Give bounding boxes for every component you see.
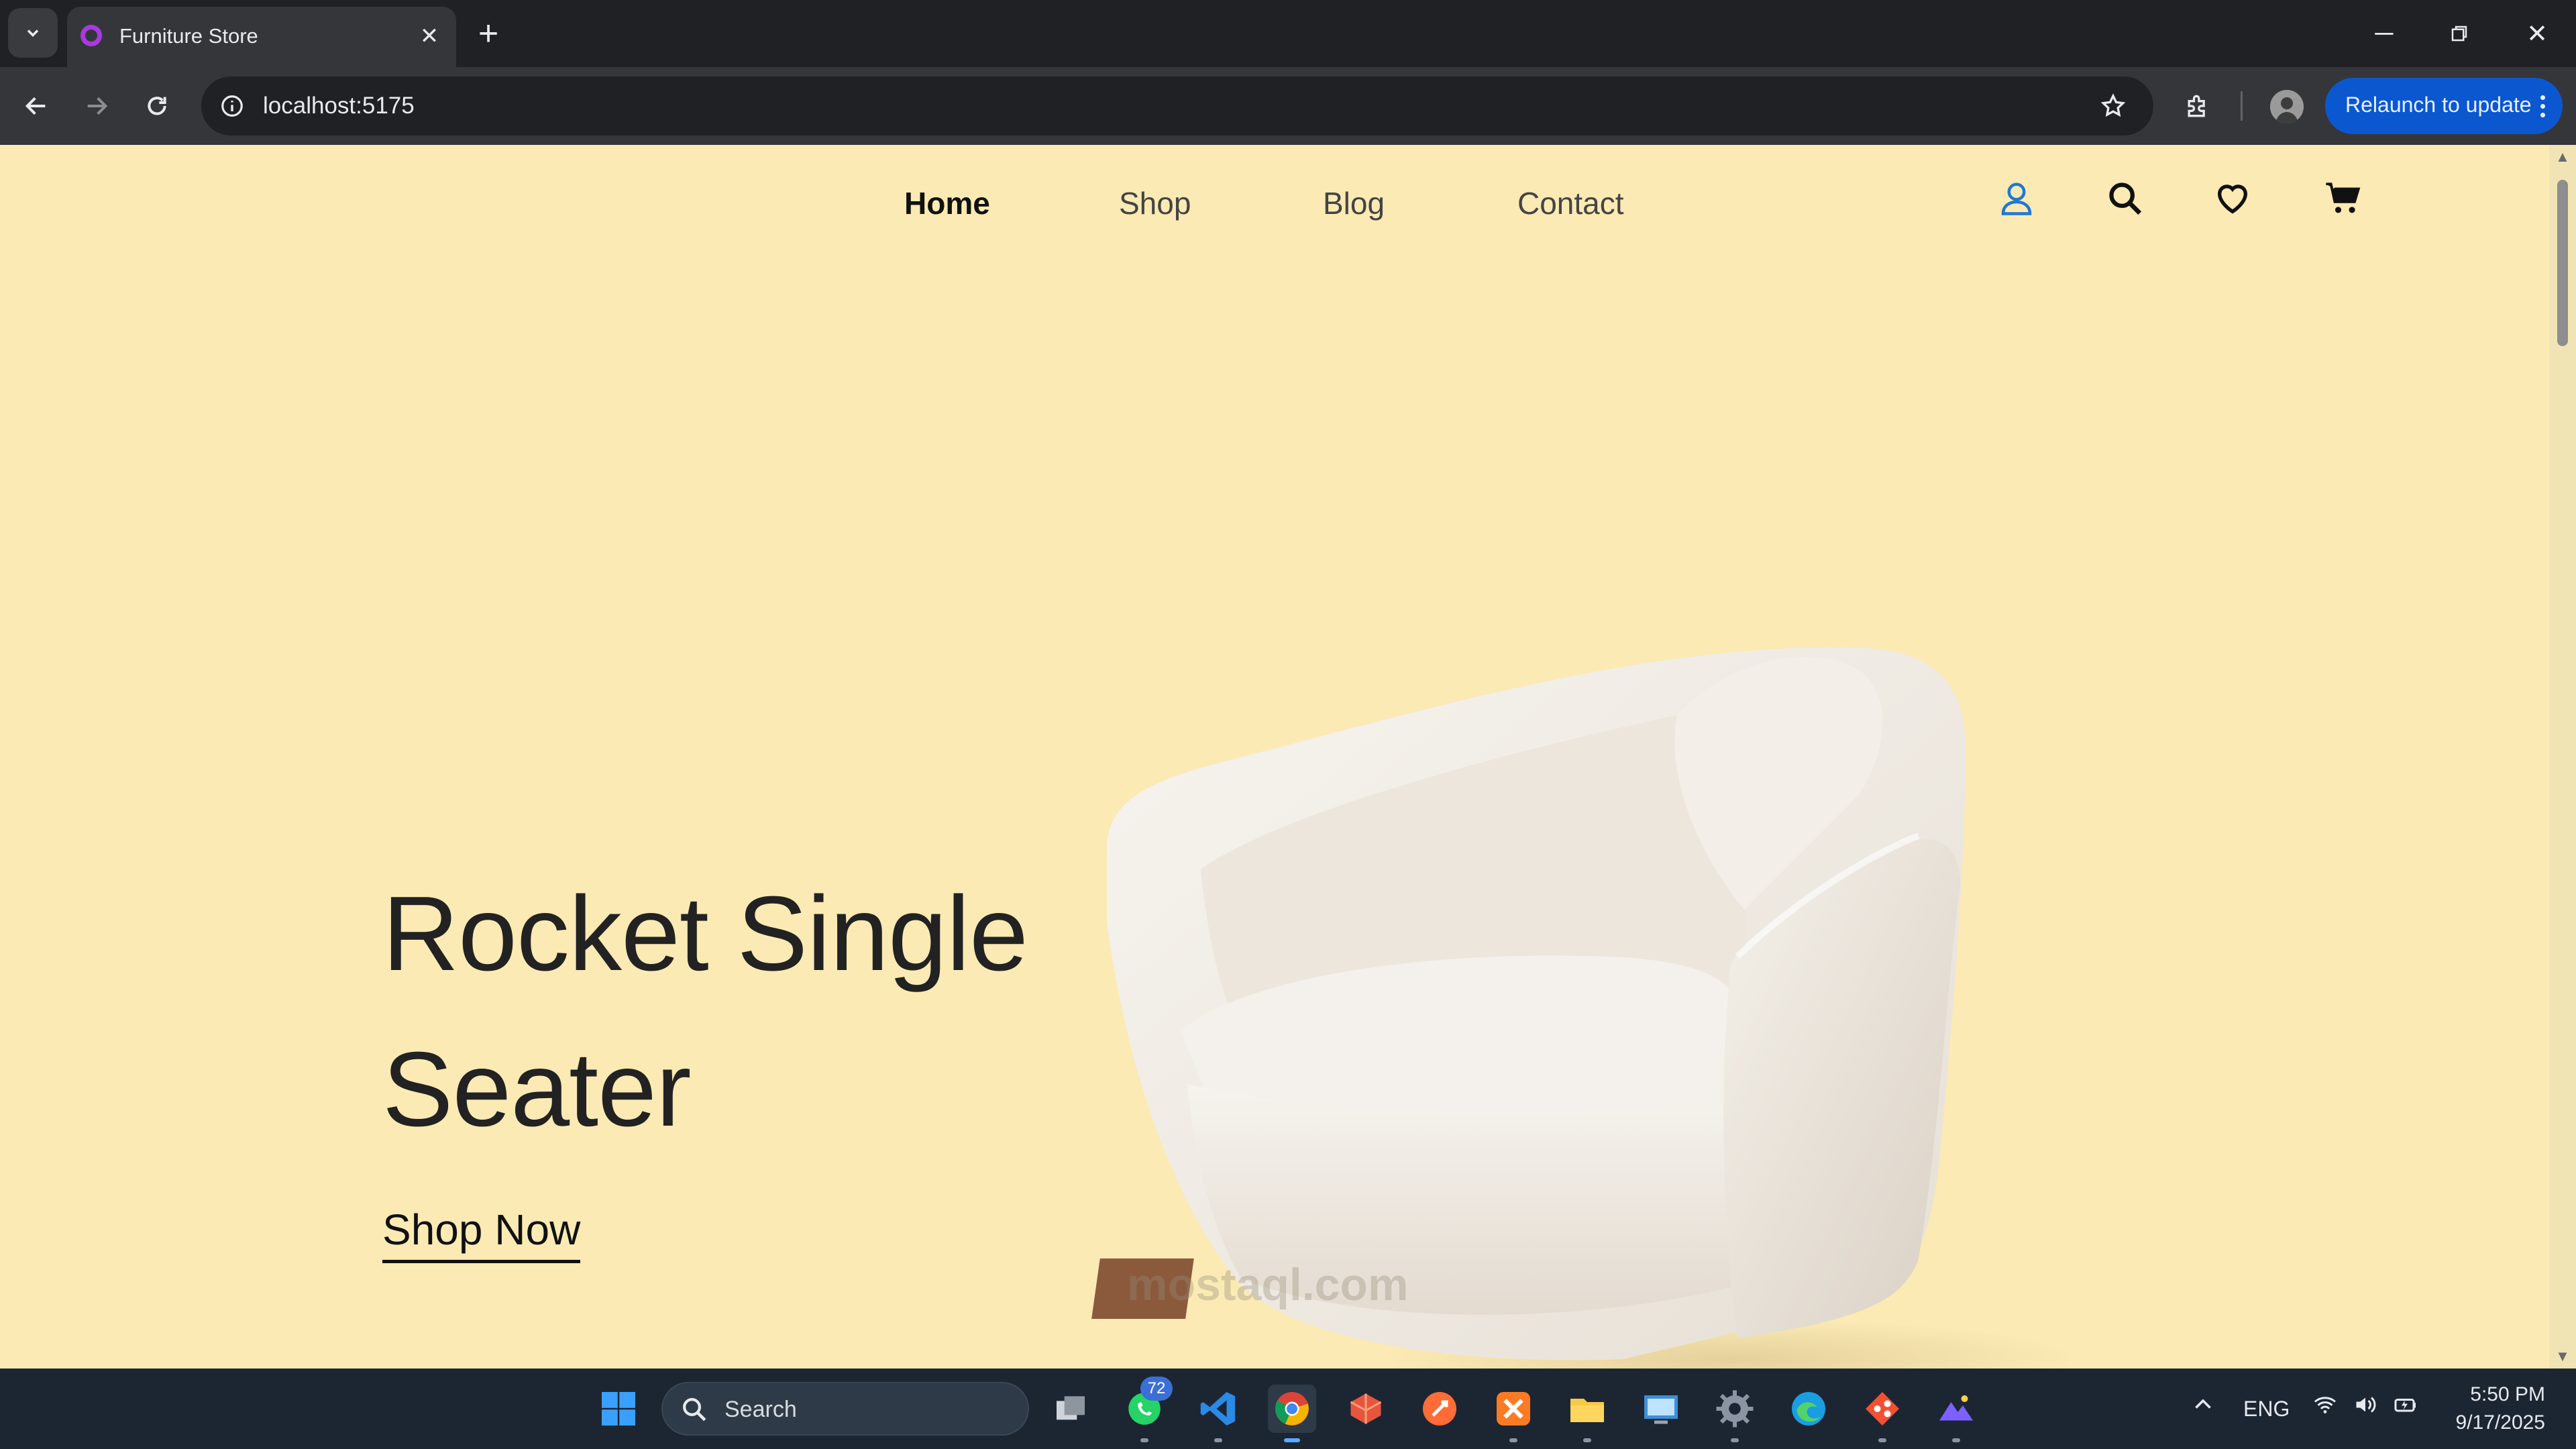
chevron-down-icon xyxy=(27,30,39,37)
clock-time: 5:50 PM xyxy=(2470,1383,2545,1405)
mountain-app-icon[interactable] xyxy=(1932,1385,1980,1442)
control-panel-icon[interactable] xyxy=(1637,1385,1685,1433)
address-bar[interactable]: localhost:5175 xyxy=(201,76,2153,136)
hero-title-line-1: Rocket Single xyxy=(382,875,1028,993)
minimize-button[interactable]: ─ xyxy=(2347,0,2422,67)
task-view-icon[interactable] xyxy=(1046,1385,1095,1433)
battery-icon[interactable] xyxy=(2391,1393,2420,1422)
postman-icon[interactable] xyxy=(1415,1385,1464,1433)
scrollbar-thumb[interactable] xyxy=(2557,180,2568,346)
restore-button[interactable] xyxy=(2422,0,2497,67)
taskbar-clock[interactable]: 5:50 PM 9/17/2025 xyxy=(2456,1381,2545,1437)
nav-shop-link[interactable]: Shop xyxy=(1119,185,1191,221)
arrow-left-icon xyxy=(25,97,46,115)
relaunch-button[interactable]: Relaunch to update xyxy=(2325,78,2563,134)
profile-photo-icon xyxy=(2270,90,2304,123)
taskbar: Search 72 ENG 5:50 PM 9/17/2025 xyxy=(0,1368,2576,1449)
reload-button[interactable] xyxy=(138,87,176,125)
url-text: localhost:5175 xyxy=(263,93,415,119)
scroll-down-arrow-icon[interactable]: ▼ xyxy=(2555,1348,2571,1364)
nav-contact-link[interactable]: Contact xyxy=(1517,185,1624,221)
nav-home-link[interactable]: Home xyxy=(904,185,990,221)
taskbar-search-label: Search xyxy=(724,1397,797,1422)
bookmark-button[interactable] xyxy=(2097,90,2129,122)
edge-icon[interactable] xyxy=(1784,1385,1833,1433)
heart-icon[interactable] xyxy=(2206,172,2259,225)
profile-avatar[interactable] xyxy=(2270,90,2304,123)
star-icon xyxy=(2100,93,2126,117)
arrow-right-icon xyxy=(87,97,108,115)
new-tab-button[interactable]: + xyxy=(470,14,507,53)
site-info-button[interactable] xyxy=(216,90,248,122)
close-tab-button[interactable]: ✕ xyxy=(415,21,444,51)
watermark-logo: mostaql.com xyxy=(1127,1259,1409,1310)
search-icon xyxy=(683,1398,706,1421)
scroll-up-arrow-icon[interactable]: ▲ xyxy=(2555,148,2571,165)
puzzle-icon xyxy=(2188,95,2205,117)
search-icon[interactable] xyxy=(2098,172,2152,225)
user-icon[interactable] xyxy=(1990,172,2043,225)
git-app-icon[interactable] xyxy=(1342,1385,1390,1433)
tab-search-menu-button[interactable] xyxy=(8,8,58,58)
hero-chair-image xyxy=(1073,494,2174,1368)
restore-icon xyxy=(2451,25,2467,42)
wifi-icon[interactable] xyxy=(2312,1393,2339,1422)
show-hidden-icons[interactable] xyxy=(2191,1393,2215,1422)
taskbar-search[interactable]: Search xyxy=(661,1382,1029,1436)
vscode-icon[interactable] xyxy=(1194,1385,1242,1442)
shop-now-button[interactable]: Shop Now xyxy=(382,1205,581,1263)
info-icon xyxy=(221,95,243,117)
language-indicator[interactable]: ENG xyxy=(2243,1397,2290,1421)
main-nav: Home Shop Blog Contact xyxy=(0,185,2549,239)
file-explorer-icon[interactable] xyxy=(1563,1385,1611,1442)
toolbar-divider xyxy=(2241,91,2243,121)
site-favicon-icon xyxy=(80,25,102,46)
relaunch-label: Relaunch to update xyxy=(2345,93,2532,117)
tab-strip: Furniture Store ✕ + ─ ✕ xyxy=(0,0,2576,67)
windows-logo-icon xyxy=(602,1392,635,1426)
chevron-up-icon xyxy=(2195,1399,2211,1409)
reload-icon xyxy=(148,97,166,115)
forward-button[interactable] xyxy=(78,87,115,125)
browser-toolbar: localhost:5175 Relaunch to update xyxy=(0,67,2576,145)
cart-icon[interactable] xyxy=(2317,172,2371,225)
clock-date: 9/17/2025 xyxy=(2455,1411,2545,1434)
volume-icon[interactable] xyxy=(2352,1393,2379,1422)
settings-icon[interactable] xyxy=(1711,1385,1759,1442)
hero-title: Rocket Single Seater xyxy=(382,856,1028,1167)
chrome-icon[interactable] xyxy=(1268,1385,1316,1442)
page-content: Home Shop Blog Contact Rocket Single Sea… xyxy=(0,145,2549,1368)
browser-tab[interactable]: Furniture Store ✕ xyxy=(67,7,456,67)
nav-blog-link[interactable]: Blog xyxy=(1323,185,1385,221)
start-button[interactable] xyxy=(594,1385,643,1433)
whatsapp-badge: 72 xyxy=(1140,1377,1173,1401)
page-scrollbar[interactable]: ▲ ▼ xyxy=(2549,145,2576,1368)
extensions-button[interactable] xyxy=(2179,87,2216,125)
xampp-icon[interactable] xyxy=(1489,1385,1538,1442)
git-icon[interactable] xyxy=(1858,1385,1907,1442)
tab-title: Furniture Store xyxy=(119,24,258,48)
hero-title-line-2: Seater xyxy=(382,1030,692,1148)
back-button[interactable] xyxy=(17,87,55,125)
more-menu-icon[interactable] xyxy=(2536,87,2549,125)
close-window-button[interactable]: ✕ xyxy=(2500,0,2575,67)
